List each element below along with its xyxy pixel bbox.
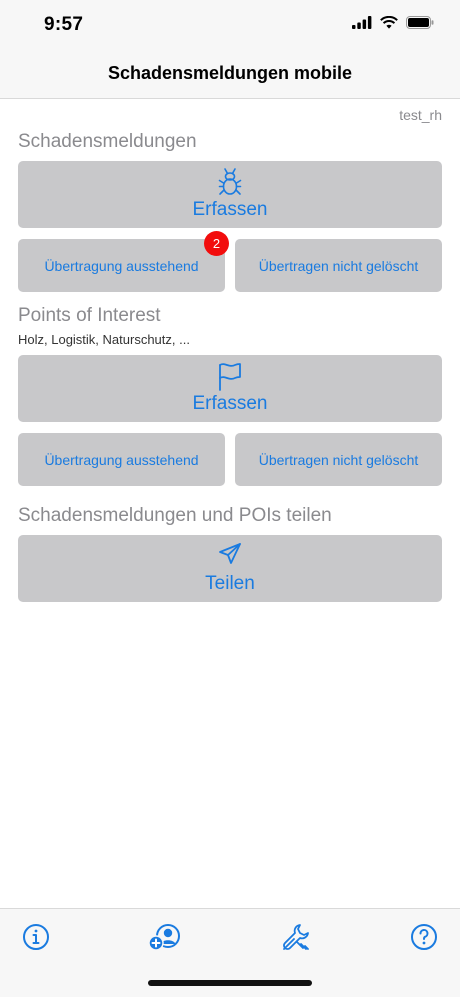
tab-tools[interactable] bbox=[280, 921, 312, 953]
poi-pending-button[interactable]: Übertragung ausstehend bbox=[18, 433, 225, 486]
tools-icon bbox=[283, 924, 309, 950]
wifi-icon bbox=[380, 16, 398, 29]
poi-capture-label: Erfassen bbox=[192, 393, 268, 414]
damage-capture-label: Erfassen bbox=[192, 199, 268, 220]
flag-icon bbox=[219, 363, 241, 391]
signal-icon bbox=[352, 16, 372, 29]
tab-add-user[interactable] bbox=[148, 921, 180, 953]
battery-icon bbox=[406, 16, 434, 29]
share-button[interactable]: Teilen bbox=[18, 535, 442, 602]
poi-section-subtitle: Holz, Logistik, Naturschutz, ... bbox=[18, 332, 190, 347]
add-user-icon bbox=[148, 924, 180, 951]
share-section-title: Schadensmeldungen und POIs teilen bbox=[18, 505, 332, 526]
poi-capture-button[interactable]: Erfassen bbox=[18, 355, 442, 422]
share-label: Teilen bbox=[205, 573, 255, 594]
help-icon bbox=[411, 924, 437, 950]
bug-icon bbox=[218, 168, 242, 195]
damage-capture-button[interactable]: Erfassen bbox=[18, 161, 442, 228]
status-bar: 9:57 bbox=[0, 0, 460, 50]
pending-count-badge: 2 bbox=[204, 231, 229, 256]
tab-info[interactable] bbox=[20, 921, 52, 953]
damage-not-deleted-label: Übertragen nicht gelöscht bbox=[258, 257, 419, 274]
damage-section-title: Schadensmeldungen bbox=[18, 131, 197, 152]
status-icons bbox=[352, 16, 434, 29]
home-indicator bbox=[148, 980, 312, 986]
poi-pending-label: Übertragung ausstehend bbox=[44, 451, 199, 468]
damage-pending-label: Übertragung ausstehend bbox=[44, 257, 199, 274]
damage-not-deleted-button[interactable]: Übertragen nicht gelöscht bbox=[235, 239, 442, 292]
navigation-bar: Schadensmeldungen mobile bbox=[0, 50, 460, 99]
page-title: Schadensmeldungen mobile bbox=[107, 63, 353, 83]
info-icon bbox=[23, 924, 49, 950]
damage-pending-button[interactable]: Übertragung ausstehend bbox=[18, 239, 225, 292]
poi-not-deleted-label: Übertragen nicht gelöscht bbox=[258, 451, 419, 468]
tab-help[interactable] bbox=[408, 921, 440, 953]
status-time: 9:57 bbox=[44, 14, 84, 35]
poi-section-title: Points of Interest bbox=[18, 305, 161, 326]
poi-not-deleted-button[interactable]: Übertragen nicht gelöscht bbox=[235, 433, 442, 486]
send-icon bbox=[219, 543, 241, 564]
user-name: test_rh bbox=[399, 107, 442, 123]
